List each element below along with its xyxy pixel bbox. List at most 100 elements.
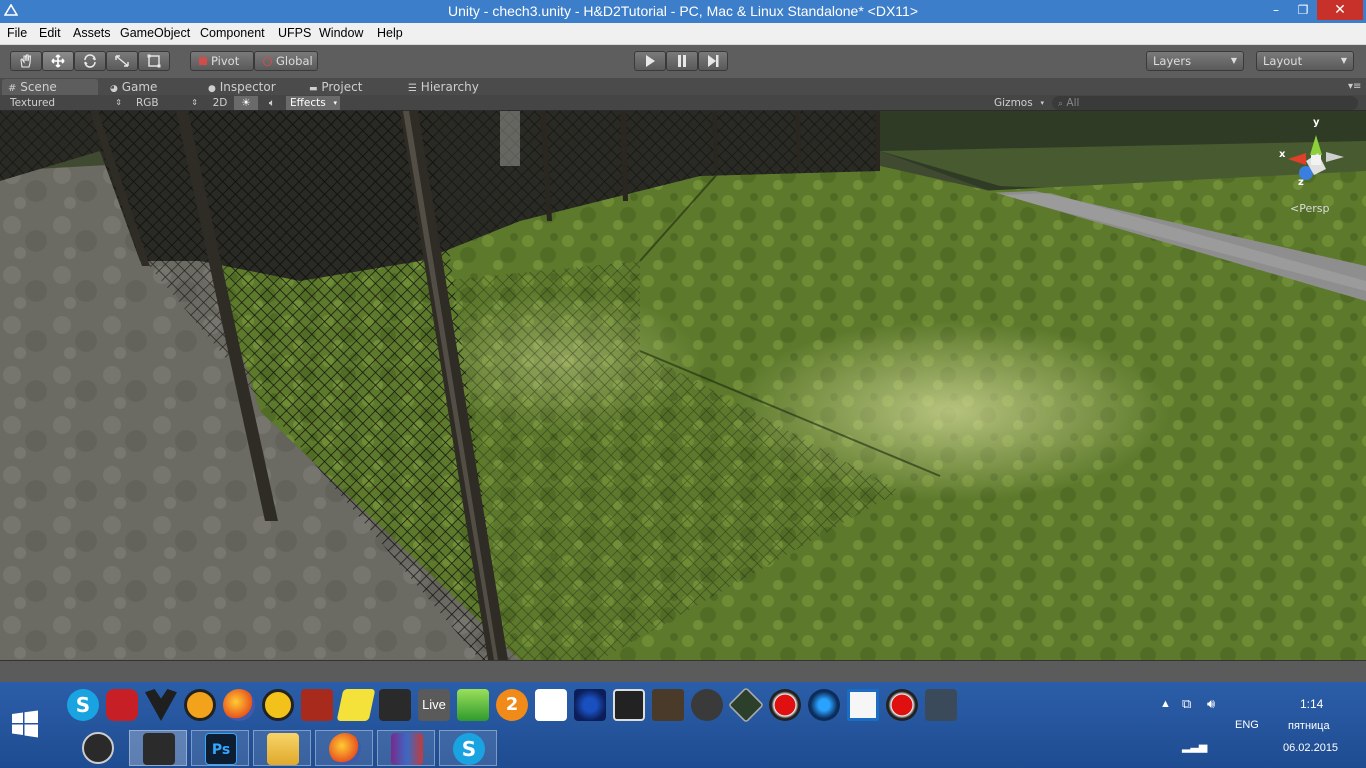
- taskbar-winrar[interactable]: [377, 730, 435, 766]
- live-icon[interactable]: Live: [418, 689, 450, 721]
- portrait-icon[interactable]: [652, 689, 684, 721]
- gizmo-y-label: y: [1313, 117, 1320, 128]
- close-button[interactable]: ✕: [1317, 0, 1363, 20]
- pivot-toggle[interactable]: Pivot: [190, 51, 254, 71]
- taskbar-explorer[interactable]: [253, 730, 311, 766]
- sun-icon[interactable]: ☀: [234, 96, 258, 110]
- menu-assets[interactable]: Assets: [73, 26, 111, 40]
- window-app-icon[interactable]: [847, 689, 879, 721]
- record-icon[interactable]: [769, 689, 801, 721]
- star-game-icon[interactable]: [301, 689, 333, 721]
- network-device-icon[interactable]: ⧉: [1182, 696, 1191, 712]
- audio-icon[interactable]: 🔈︎: [260, 96, 284, 110]
- render-mode-label: Textured: [10, 97, 56, 109]
- projection-label: Persp: [1299, 202, 1330, 215]
- mode-2d-toggle[interactable]: 2D: [208, 96, 232, 110]
- global-toggle[interactable]: Global: [254, 51, 318, 71]
- globe-icon: [263, 57, 272, 66]
- panel-menu-icon[interactable]: ▾≡: [1348, 79, 1361, 95]
- unity-icon: [143, 733, 175, 765]
- scene-viewport[interactable]: y x z <Persp: [0, 111, 1366, 660]
- menu-component[interactable]: Component: [200, 26, 265, 40]
- menu-ufps[interactable]: UFPS: [278, 26, 311, 40]
- step-button[interactable]: [698, 51, 728, 71]
- layout-label: Layout: [1263, 54, 1303, 68]
- tab-game-label: Game: [121, 80, 158, 94]
- editor-tab-bar: # Scene ◕ Game ● Inspector ▬ Project ☰ H…: [0, 78, 1366, 95]
- effects-dropdown[interactable]: Effects ▾: [286, 96, 340, 110]
- color-mode-label: RGB: [136, 97, 159, 109]
- warships-icon[interactable]: [925, 689, 957, 721]
- apple-icon[interactable]: [535, 689, 567, 721]
- hand-tool-button[interactable]: [10, 51, 42, 71]
- nvidia-icon[interactable]: [727, 686, 765, 724]
- tray-expand-icon[interactable]: ▲: [1160, 698, 1171, 710]
- move-tool-button[interactable]: [42, 51, 74, 71]
- taskbar-firefox[interactable]: [315, 730, 373, 766]
- taskbar-skype[interactable]: S: [439, 730, 497, 766]
- mask-icon[interactable]: [145, 689, 177, 721]
- clock-app-icon[interactable]: [613, 689, 645, 721]
- render-mode-dropdown[interactable]: Textured ⇕: [4, 96, 126, 110]
- radiation-icon[interactable]: [262, 689, 294, 721]
- chevron-down-icon: ▾: [1040, 99, 1044, 107]
- firefox-icon[interactable]: [223, 689, 255, 721]
- projection-toggle[interactable]: <Persp: [1290, 202, 1329, 215]
- gizmos-dropdown[interactable]: Gizmos ▾: [994, 96, 1046, 110]
- pivot-icon: [199, 57, 207, 65]
- scene-search-field[interactable]: ⌕ All: [1052, 96, 1358, 110]
- rotate-tool-button[interactable]: [74, 51, 106, 71]
- maximize-button[interactable]: ❐: [1290, 0, 1316, 20]
- tiger-icon[interactable]: [336, 689, 376, 721]
- tab-game[interactable]: ◕ Game: [110, 79, 157, 95]
- windows-start-icon[interactable]: [11, 710, 39, 738]
- skype-icon: S: [453, 733, 485, 765]
- layers-dropdown[interactable]: Layers ▼: [1146, 51, 1244, 71]
- firefox-icon: [329, 733, 361, 765]
- clock-date: 06.02.2015: [1283, 742, 1339, 754]
- taskbar-photoshop[interactable]: Ps: [191, 730, 249, 766]
- wot-icon[interactable]: [691, 689, 723, 721]
- step-icon: [708, 55, 719, 67]
- play-icon: [646, 55, 655, 67]
- number-two-icon[interactable]: 2: [496, 689, 528, 721]
- orientation-gizmo[interactable]: y x z: [1278, 117, 1350, 207]
- windows-logo-icon: [12, 710, 38, 738]
- tab-scene[interactable]: # Scene: [2, 79, 98, 95]
- rect-tool-button[interactable]: [138, 51, 170, 71]
- disc-icon[interactable]: [808, 689, 840, 721]
- minimize-button[interactable]: –: [1263, 0, 1289, 20]
- menu-window[interactable]: Window: [319, 26, 363, 40]
- fan-icon[interactable]: [574, 689, 606, 721]
- scale-tool-button[interactable]: [106, 51, 138, 71]
- g-app-icon[interactable]: [82, 732, 114, 764]
- record-icon[interactable]: [886, 689, 918, 721]
- aimp-icon[interactable]: [184, 689, 216, 721]
- menu-edit[interactable]: Edit: [39, 26, 61, 40]
- menu-file[interactable]: File: [7, 26, 27, 40]
- skype-icon[interactable]: S: [67, 689, 99, 721]
- tab-hierarchy[interactable]: ☰ Hierarchy: [408, 79, 479, 95]
- clock-time[interactable]: 1:14: [1300, 697, 1323, 711]
- effects-label: Effects: [290, 97, 326, 109]
- pause-button[interactable]: [666, 51, 698, 71]
- guitar-pro-icon[interactable]: [379, 689, 411, 721]
- menu-help[interactable]: Help: [377, 26, 403, 40]
- menu-gameobject[interactable]: GameObject: [120, 26, 190, 40]
- signal-icon[interactable]: ▂▃▅: [1182, 740, 1207, 753]
- move-icon: [51, 54, 65, 68]
- rect-icon: [147, 54, 161, 68]
- color-mode-dropdown[interactable]: RGB ⇕: [130, 96, 202, 110]
- tab-project[interactable]: ▬ Project: [309, 79, 362, 95]
- taskbar-unity[interactable]: [129, 730, 187, 766]
- play-button[interactable]: [634, 51, 666, 71]
- tab-scene-label: Scene: [20, 80, 57, 94]
- language-indicator[interactable]: ENG: [1235, 719, 1259, 731]
- volume-icon[interactable]: 🔊︎: [1207, 696, 1215, 712]
- tab-inspector[interactable]: ● Inspector: [208, 79, 276, 95]
- gift-icon[interactable]: [106, 689, 138, 721]
- gizmos-label: Gizmos: [994, 97, 1033, 109]
- scale-icon: [115, 55, 129, 67]
- cup-icon[interactable]: [457, 689, 489, 721]
- layout-dropdown[interactable]: Layout ▼: [1256, 51, 1354, 71]
